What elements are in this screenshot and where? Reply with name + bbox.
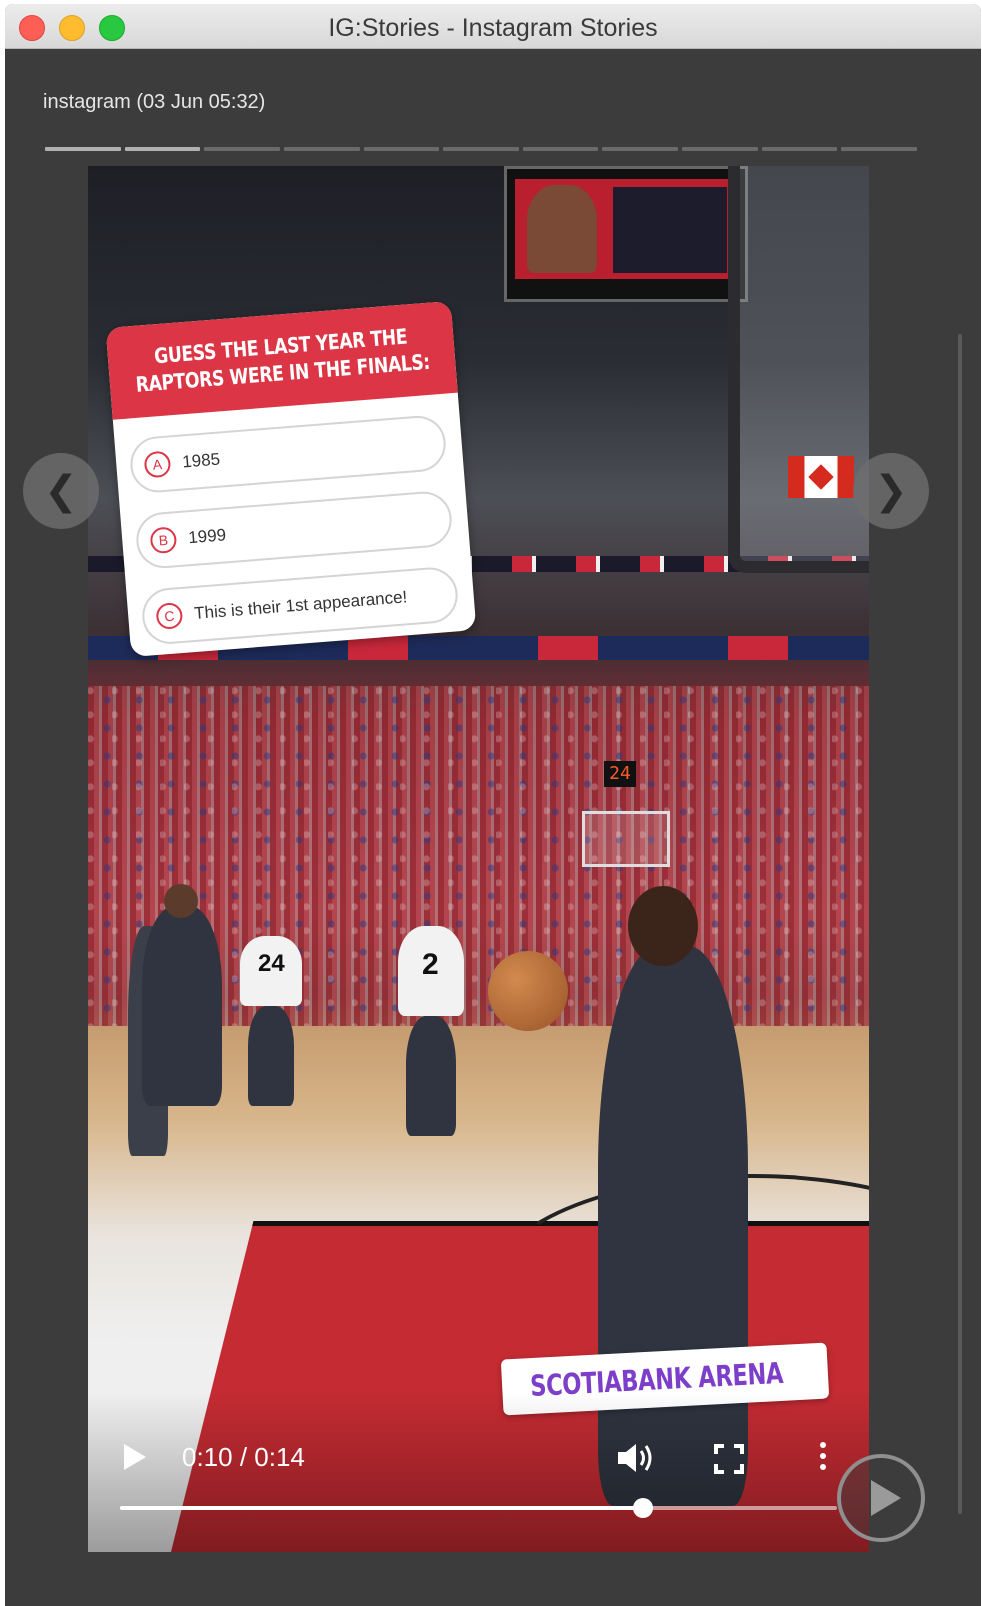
story-progress-segment xyxy=(443,147,519,151)
story-progress-segment xyxy=(363,147,440,151)
play-triangle xyxy=(871,1480,901,1516)
poll-option-a[interactable]: A 1985 xyxy=(128,413,448,495)
player-24-legs xyxy=(248,1006,294,1106)
player-foreground-head xyxy=(628,886,698,966)
poll-option-c[interactable]: C This is their 1st appearance! xyxy=(140,565,460,646)
app-window: IG:Stories - Instagram Stories instagram… xyxy=(5,4,981,1606)
video-time: 0:10 / 0:14 xyxy=(182,1442,305,1472)
location-pin-icon xyxy=(511,1382,522,1392)
poll-sticker[interactable]: GUESS THE LAST YEAR THE RAPTORS WERE IN … xyxy=(105,300,477,658)
next-story-button[interactable]: ❯ xyxy=(853,453,929,529)
player-hoodie xyxy=(142,884,222,1106)
jersey-number-2: 2 xyxy=(422,948,439,981)
story-progress-segment xyxy=(283,147,360,151)
player-2-jersey: 2 xyxy=(398,926,464,1016)
story-progress-segment xyxy=(45,147,121,151)
title-bar: IG:Stories - Instagram Stories xyxy=(5,4,981,49)
option-text-b: 1999 xyxy=(187,525,227,548)
window-title: IG:Stories - Instagram Stories xyxy=(328,14,658,42)
more-vertical-icon[interactable] xyxy=(818,1442,828,1476)
story-progress-segment xyxy=(761,147,838,151)
play-circle-icon[interactable] xyxy=(837,1454,925,1542)
maple-leaf-icon xyxy=(808,464,834,490)
basketball xyxy=(488,951,568,1031)
jumbotron xyxy=(504,166,748,302)
story-header: instagram (03 Jun 05:32) xyxy=(43,91,266,113)
story-progress-segment xyxy=(124,147,201,151)
volume-icon[interactable] xyxy=(616,1441,656,1475)
window-scrollbar[interactable] xyxy=(958,334,962,1514)
option-text-a: 1985 xyxy=(181,449,221,472)
jumbotron-screen xyxy=(515,179,737,279)
canada-flag xyxy=(788,456,854,498)
jumbotron-stats xyxy=(613,187,727,273)
poll-option-b[interactable]: B 1999 xyxy=(134,489,454,571)
option-letter-a: A xyxy=(143,450,172,479)
seek-bar-fill xyxy=(120,1506,644,1510)
backboard xyxy=(728,166,869,573)
player-2-legs xyxy=(406,1016,456,1136)
story-progress-segment xyxy=(602,147,679,151)
story-video[interactable]: 24 24 2 GUESS THE LAST YEAR THE RAPTORS … xyxy=(88,166,869,1552)
seek-bar[interactable] xyxy=(120,1498,837,1518)
fullscreen-icon[interactable] xyxy=(714,1444,744,1474)
story-progress-bar xyxy=(45,147,918,151)
play-icon[interactable] xyxy=(124,1444,146,1470)
option-letter-c: C xyxy=(155,601,184,630)
story-progress-segment xyxy=(204,147,280,151)
player-24-jersey: 24 xyxy=(240,936,302,1006)
story-progress-segment xyxy=(841,147,918,151)
player-head xyxy=(164,884,198,918)
jersey-number-24: 24 xyxy=(258,950,285,977)
option-text-c: This is their 1st appearance! xyxy=(193,587,408,623)
previous-story-button[interactable]: ❮ xyxy=(23,453,99,529)
jumbotron-player-photo xyxy=(527,185,597,273)
far-hoop xyxy=(582,811,670,867)
option-letter-b: B xyxy=(149,526,178,555)
shot-clock: 24 xyxy=(604,761,636,787)
story-progress-segment xyxy=(682,147,758,151)
story-progress-segment xyxy=(522,147,599,151)
